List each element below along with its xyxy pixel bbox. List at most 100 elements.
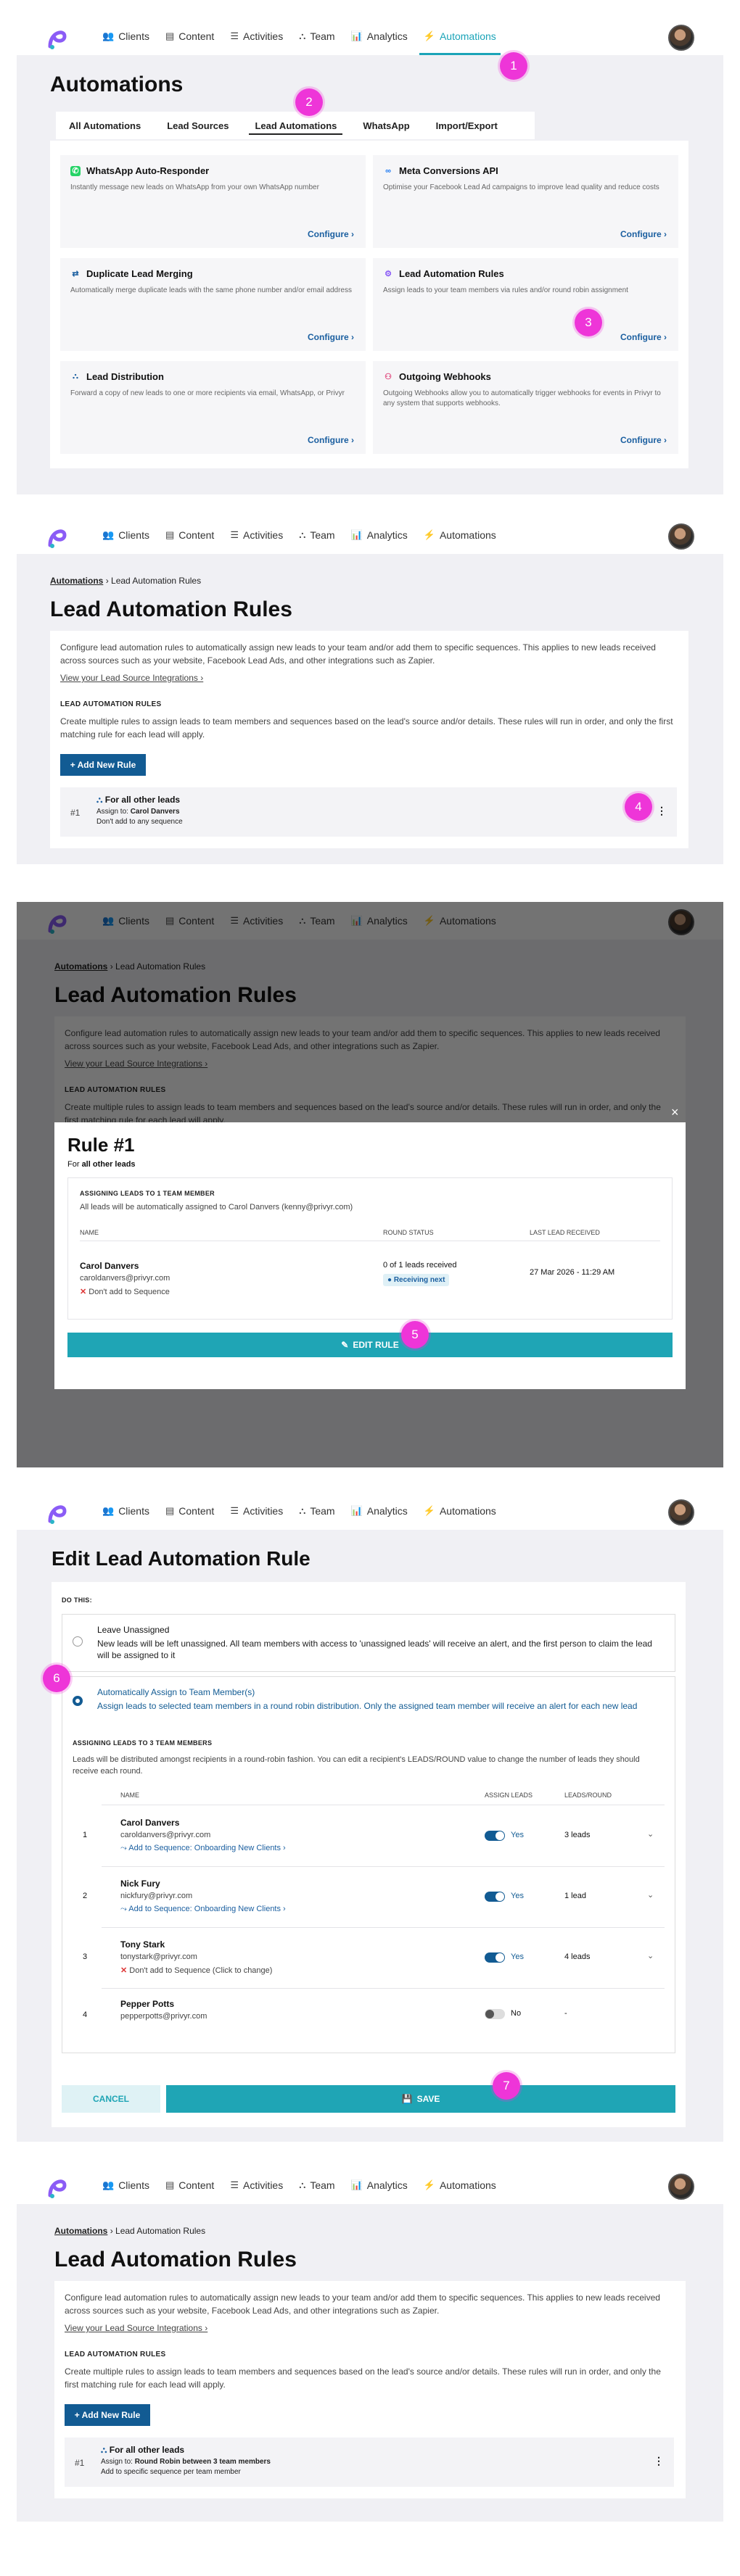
assign-toggle[interactable] (485, 1892, 505, 1902)
step-marker-6: 6 (43, 1665, 70, 1692)
nav-clients[interactable]: 👥Clients (102, 516, 149, 554)
nav-activities[interactable]: ☰Activities (230, 2166, 283, 2204)
breadcrumb-automations[interactable]: Automations (50, 576, 103, 586)
nav-activities[interactable]: ☰Activities (230, 17, 283, 55)
nav-analytics[interactable]: 📊Analytics (351, 1492, 408, 1530)
rule-row[interactable]: #1 ⛬ For all other leads Assign to: Roun… (65, 2438, 674, 2487)
configure-link[interactable]: Configure › (308, 435, 354, 445)
distribution-icon: ⛬ (96, 795, 105, 805)
nav-content[interactable]: ▤Content (165, 2166, 214, 2204)
radio-leave-unassigned[interactable] (73, 1636, 83, 1647)
member-email: tonystark@privyr.com (120, 1952, 197, 1961)
nav-analytics[interactable]: 📊Analytics (351, 516, 408, 554)
sequence-link[interactable]: ⤳ Add to Sequence: Onboarding New Client… (120, 1905, 286, 1914)
tab-all-automations[interactable]: All Automations (56, 112, 154, 139)
add-new-rule-button[interactable]: + Add New Rule (60, 754, 146, 776)
step-marker-7: 7 (493, 2072, 520, 2100)
card-whatsapp-auto-responder: ✆ WhatsApp Auto-Responder Instantly messa… (60, 155, 366, 248)
nav-automations[interactable]: ⚡Automations (424, 516, 496, 554)
nav-team[interactable]: ⛬Team (299, 17, 334, 55)
chevron-down-icon[interactable]: ⌄ (647, 1829, 654, 1839)
step-marker-4: 4 (625, 793, 652, 821)
nav-analytics[interactable]: 📊Analytics (351, 2166, 408, 2204)
list-icon: ☰ (230, 30, 239, 41)
avatar[interactable] (668, 1499, 694, 1525)
assign-toggle[interactable] (485, 2009, 505, 2019)
bolt-icon: ⚡ (423, 529, 435, 540)
breadcrumb-automations[interactable]: Automations (54, 2226, 107, 2236)
sequence-link[interactable]: ✕ Don't add to Sequence (Click to change… (120, 1966, 272, 1975)
member-row: 1 Carol Danvers caroldanvers@privyr.com … (83, 1806, 665, 1867)
rule-menu-icon[interactable]: ⋮ (657, 805, 667, 817)
nav-team[interactable]: ⛬Team (299, 1492, 334, 1530)
nav-automations[interactable]: ⚡Automations (424, 1492, 496, 1530)
tab-whatsapp[interactable]: WhatsApp (350, 112, 422, 139)
nav-content[interactable]: ▤Content (165, 17, 214, 55)
nav-activities[interactable]: ☰Activities (230, 516, 283, 554)
nav-automations[interactable]: ⚡Automations (424, 2166, 496, 2204)
chevron-down-icon[interactable]: ⌄ (647, 1951, 654, 1960)
lead-source-integrations-link[interactable]: View your Lead Source Integrations › (60, 673, 203, 683)
member-name: Tony Stark (120, 1939, 165, 1950)
close-icon[interactable]: × (671, 1105, 679, 1120)
chevron-down-icon[interactable]: ⌄ (647, 1890, 654, 1900)
integrations-card: ✆ WhatsApp Auto-Responder Instantly messa… (50, 141, 688, 468)
automation-tabs: All Automations Lead Sources Lead Automa… (56, 112, 535, 139)
nav-team[interactable]: ⛬Team (299, 516, 334, 554)
avatar[interactable] (668, 25, 694, 51)
nav-clients[interactable]: 👥Clients (102, 17, 149, 55)
edit-rule-button[interactable]: ✎ EDIT RULE (67, 1333, 673, 1357)
avatar[interactable] (668, 2174, 694, 2200)
leads-per-round[interactable]: 3 leads (564, 1831, 590, 1839)
modal-title: Rule #1 (67, 1134, 135, 1156)
chart-icon: 📊 (350, 1505, 363, 1516)
rule-menu-icon[interactable]: ⋮ (654, 2455, 664, 2467)
member-email: pepperpotts@privyr.com (120, 2012, 207, 2021)
privyr-logo[interactable] (44, 1499, 70, 1525)
save-button[interactable]: 💾 SAVE (166, 2085, 675, 2113)
member-row: 3 Tony Stark tonystark@privyr.com ✕ Don'… (83, 1928, 665, 1989)
nav-content[interactable]: ▤Content (165, 516, 214, 554)
top-nav: 👥Clients ▤Content ☰Activities ⛬Team 📊Ana… (17, 2166, 723, 2204)
nav-clients[interactable]: 👥Clients (102, 2166, 149, 2204)
tab-lead-sources[interactable]: Lead Sources (154, 112, 242, 139)
add-new-rule-button[interactable]: + Add New Rule (65, 2404, 150, 2426)
nav-content[interactable]: ▤Content (165, 1492, 214, 1530)
nav-automations[interactable]: ⚡Automations (419, 17, 501, 55)
leads-per-round[interactable]: 1 lead (564, 1892, 586, 1900)
receiving-next-badge: ● Receiving next (383, 1274, 450, 1286)
assign-toggle[interactable] (485, 1952, 505, 1963)
list-icon: ☰ (230, 2179, 239, 2190)
sequence-link[interactable]: ⤳ Add to Sequence: Onboarding New Client… (120, 1844, 286, 1853)
configure-link[interactable]: Configure › (620, 435, 667, 445)
privyr-logo[interactable] (44, 25, 70, 51)
assign-toggle[interactable] (485, 1831, 505, 1841)
avatar[interactable] (668, 523, 694, 550)
lead-source-integrations-link[interactable]: View your Lead Source Integrations › (65, 2323, 207, 2333)
step-marker-2: 2 (295, 88, 323, 116)
tab-lead-automations[interactable]: Lead Automations (242, 112, 350, 139)
tab-import-export[interactable]: Import/Export (423, 112, 511, 139)
round-status: 0 of 1 leads received (383, 1261, 457, 1270)
rule-row[interactable]: #1 ⛬ For all other leads Assign to: Caro… (60, 787, 677, 837)
configure-link[interactable]: Configure › (620, 332, 667, 342)
radio-auto-assign[interactable] (73, 1696, 83, 1706)
privyr-logo[interactable] (44, 523, 70, 550)
privyr-logo[interactable] (44, 2174, 70, 2200)
edit-rule-card: DO THIS: Leave Unassigned New leads will… (52, 1582, 686, 2127)
last-lead-received: 27 Mar 2026 - 11:29 AM (530, 1268, 615, 1277)
option-leave-unassigned[interactable]: Leave Unassigned New leads will be left … (62, 1614, 675, 1672)
configure-link[interactable]: Configure › (308, 229, 354, 239)
configure-link[interactable]: Configure › (620, 229, 667, 239)
nav-activities[interactable]: ☰Activities (230, 1492, 283, 1530)
configure-link[interactable]: Configure › (308, 332, 354, 342)
option-auto-assign[interactable]: Automatically Assign to Team Member(s) A… (62, 1676, 675, 2053)
nav-analytics[interactable]: 📊Analytics (351, 17, 408, 55)
leads-per-round[interactable]: 4 leads (564, 1952, 590, 1961)
nav-team[interactable]: ⛬Team (299, 2166, 334, 2204)
cancel-button[interactable]: CANCEL (62, 2085, 160, 2113)
nav-clients[interactable]: 👥Clients (102, 1492, 149, 1530)
page-title: Edit Lead Automation Rule (52, 1547, 311, 1570)
assignment-box: ASSIGNING LEADS TO 1 TEAM MEMBER All lea… (67, 1177, 673, 1320)
whatsapp-icon: ✆ (70, 165, 81, 176)
